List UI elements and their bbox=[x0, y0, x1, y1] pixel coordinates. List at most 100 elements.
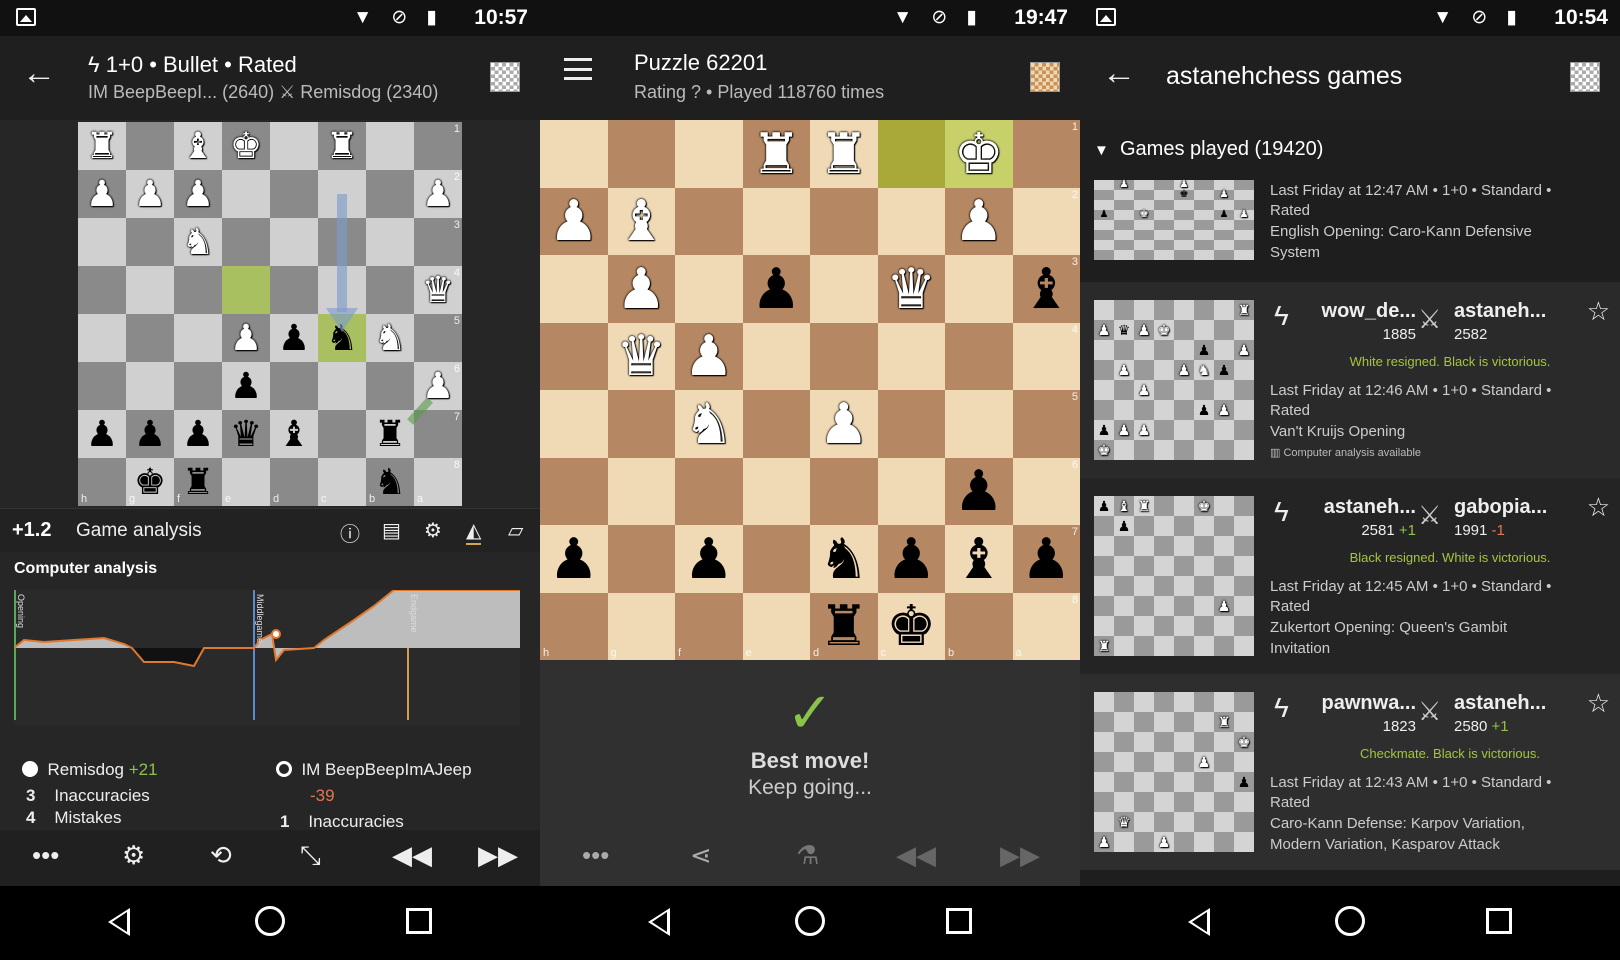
board-square[interactable]: 8a bbox=[1012, 592, 1080, 660]
board-square[interactable] bbox=[877, 120, 945, 188]
nav-back-icon[interactable] bbox=[108, 908, 130, 936]
board-square[interactable]: ♟ bbox=[222, 362, 270, 410]
board-square[interactable]: ♜ bbox=[318, 122, 366, 170]
board-square[interactable] bbox=[174, 362, 222, 410]
board-square[interactable]: ♟ bbox=[126, 170, 174, 218]
board-square[interactable] bbox=[945, 255, 1013, 323]
board-square[interactable] bbox=[607, 390, 675, 458]
chess-piece[interactable]: ♟ bbox=[886, 530, 936, 587]
favorite-star-icon[interactable]: ☆ bbox=[1587, 492, 1610, 523]
chess-piece[interactable]: ♝ bbox=[1021, 260, 1071, 317]
chess-piece[interactable]: ♝ bbox=[954, 530, 1004, 587]
board-square[interactable] bbox=[742, 322, 810, 390]
board-square[interactable] bbox=[675, 457, 743, 525]
board-square[interactable] bbox=[540, 390, 608, 458]
board-square[interactable] bbox=[742, 525, 810, 593]
chess-piece[interactable]: ♞ bbox=[819, 530, 869, 587]
game-list-item[interactable]: ♜ ♚ ♟ ♟ ♛ ♟ ♟ ϟ pawnwa... 1823 ⚔ astaneh... 2580 +1… bbox=[1080, 674, 1620, 870]
board-square[interactable]: g bbox=[607, 592, 675, 660]
chess-piece[interactable]: ♝ bbox=[182, 128, 214, 164]
nav-recents-icon[interactable] bbox=[946, 908, 972, 934]
board-square[interactable] bbox=[540, 322, 608, 390]
chess-piece[interactable]: ♟ bbox=[954, 463, 1004, 519]
share-icon[interactable]: ⋖ bbox=[690, 840, 712, 871]
board-square[interactable] bbox=[742, 187, 810, 255]
chess-piece[interactable]: ♜ bbox=[819, 125, 869, 182]
board-square[interactable] bbox=[945, 390, 1013, 458]
board-square[interactable]: ♝ bbox=[270, 410, 318, 458]
more-icon[interactable]: ••• bbox=[32, 840, 59, 871]
chess-piece[interactable]: ♟ bbox=[616, 260, 666, 317]
chess-piece[interactable]: ♚ bbox=[954, 125, 1004, 182]
board-square[interactable]: 2 bbox=[1012, 187, 1080, 255]
board-square[interactable]: ♟ bbox=[270, 314, 318, 362]
board-square[interactable] bbox=[366, 218, 414, 266]
board-square[interactable] bbox=[366, 170, 414, 218]
board-square[interactable] bbox=[222, 218, 270, 266]
chess-piece[interactable]: ♚ bbox=[230, 128, 262, 164]
backward-icon[interactable]: ◀◀ bbox=[896, 840, 936, 871]
chess-piece[interactable]: ♟ bbox=[134, 176, 166, 212]
board-square[interactable]: 1 bbox=[414, 122, 462, 170]
board-square[interactable]: 8a bbox=[414, 458, 462, 506]
board-square[interactable]: 4 bbox=[1012, 322, 1080, 390]
board-square[interactable]: ♟ 7 bbox=[1012, 525, 1080, 593]
board-square[interactable] bbox=[877, 187, 945, 255]
board-square[interactable] bbox=[270, 170, 318, 218]
chess-piece[interactable]: ♜ bbox=[374, 416, 406, 452]
board-square[interactable] bbox=[222, 170, 270, 218]
board-square[interactable]: ♛ 4 bbox=[414, 266, 462, 314]
board-square[interactable]: ♟ bbox=[174, 170, 222, 218]
back-arrow-icon[interactable]: ← bbox=[22, 54, 56, 93]
board-square[interactable]: ♞ bbox=[366, 314, 414, 362]
nav-home-icon[interactable] bbox=[255, 906, 285, 936]
board-square[interactable]: ♚ c bbox=[877, 592, 945, 660]
board-square[interactable]: ♟ bbox=[78, 170, 126, 218]
board-square[interactable] bbox=[366, 266, 414, 314]
board-square[interactable]: h bbox=[78, 458, 126, 506]
board-square[interactable]: ♟ bbox=[540, 525, 608, 593]
nav-home-icon[interactable] bbox=[795, 906, 825, 936]
board-square[interactable]: ♟ bbox=[126, 410, 174, 458]
chart-icon[interactable]: ◭ bbox=[466, 518, 482, 545]
board-square[interactable] bbox=[78, 266, 126, 314]
chess-piece[interactable]: ♜ bbox=[751, 125, 801, 182]
chess-piece[interactable]: ♝ bbox=[616, 193, 666, 249]
board-square[interactable] bbox=[607, 457, 675, 525]
board-square[interactable] bbox=[174, 314, 222, 362]
board-square[interactable] bbox=[270, 266, 318, 314]
forward-icon[interactable]: ▶▶ bbox=[478, 840, 518, 871]
board-square[interactable]: e bbox=[742, 592, 810, 660]
chess-piece[interactable]: ♟ bbox=[134, 416, 166, 452]
board-square[interactable]: ♜ bbox=[742, 120, 810, 188]
game-list-item[interactable]: ♜ ♟ ♛ ♟ ♚ ♟ ♟ ♟ ♟ ♞ ♟ ♟ ♟ ♟ ♟ ♟ ♟ ♚ ϟ wow_de... 1885 ⚔ astane… bbox=[1080, 282, 1620, 478]
board-square[interactable] bbox=[742, 390, 810, 458]
board-theme-icon[interactable] bbox=[1570, 62, 1600, 92]
board-square[interactable] bbox=[810, 457, 878, 525]
chess-piece[interactable]: ♟ bbox=[549, 193, 599, 249]
game-list-item[interactable]: ♟ ♝ ♜ ♚ ♟ ♟ ♜ ϟ astaneh... 2581 +1 ⚔ gabopia... 1991… bbox=[1080, 478, 1620, 674]
board-square[interactable]: ♟ bbox=[742, 255, 810, 323]
game-list-item[interactable]: ♟ ♟ ♚ ♟ ♟ ♚ ♟ ♟ Last Friday at 12:47 AM • 1+0 • … bbox=[1080, 170, 1620, 282]
chess-piece[interactable]: ♝ bbox=[278, 416, 310, 452]
board-square[interactable] bbox=[742, 457, 810, 525]
chess-piece[interactable]: ♟ bbox=[230, 320, 262, 356]
chess-piece[interactable]: ♟ bbox=[422, 176, 454, 212]
board-square[interactable] bbox=[270, 122, 318, 170]
chess-piece[interactable]: ♛ bbox=[886, 260, 936, 317]
board-square[interactable] bbox=[810, 255, 878, 323]
board-square[interactable]: ♟ bbox=[174, 410, 222, 458]
board-square[interactable] bbox=[318, 410, 366, 458]
chess-piece[interactable]: ♚ bbox=[134, 464, 166, 500]
board-square[interactable]: 1 bbox=[1012, 120, 1080, 188]
nav-home-icon[interactable] bbox=[1335, 906, 1365, 936]
board-square[interactable]: ♟ bbox=[675, 322, 743, 390]
board-square[interactable]: ♜ bbox=[78, 122, 126, 170]
board-square[interactable] bbox=[675, 120, 743, 188]
compress-icon[interactable]: ⤡ bbox=[300, 840, 321, 872]
board-square[interactable] bbox=[877, 390, 945, 458]
board-square[interactable]: ♟ 2 bbox=[414, 170, 462, 218]
board-square[interactable]: ♟ bbox=[810, 390, 878, 458]
board-square[interactable]: ♝ bbox=[174, 122, 222, 170]
chess-piece[interactable]: ♚ bbox=[886, 598, 936, 654]
